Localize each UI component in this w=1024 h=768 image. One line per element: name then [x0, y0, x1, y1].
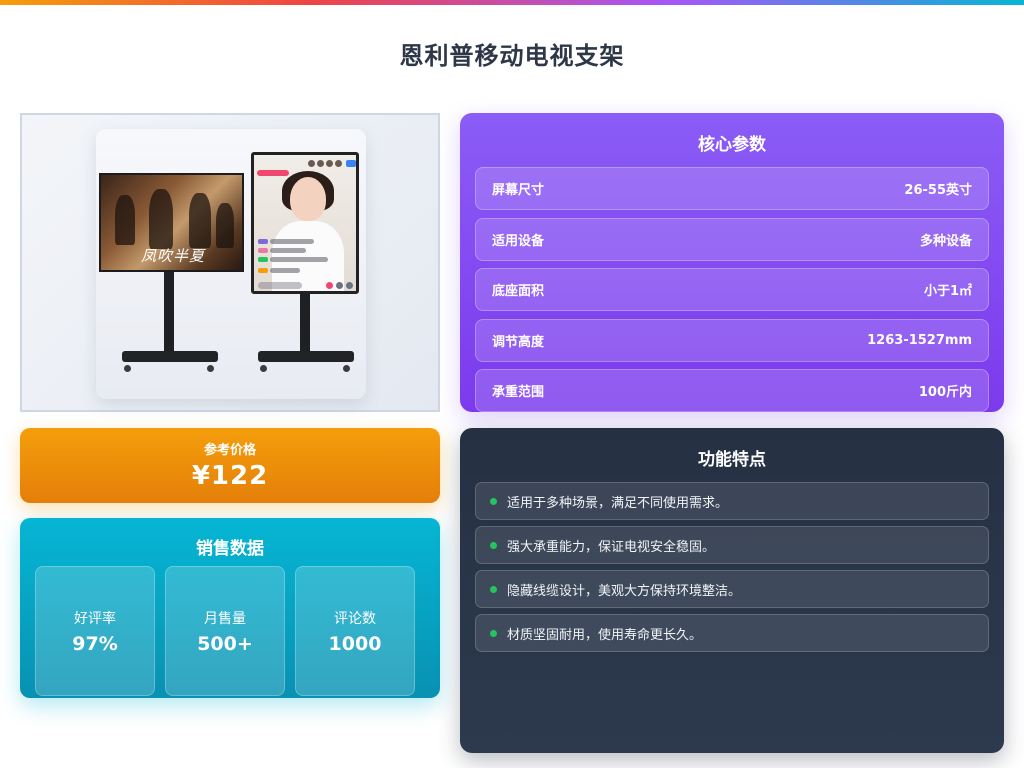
param-label: 调节高度	[492, 335, 545, 350]
stat-reviews: 评论数 1000	[295, 566, 415, 696]
live-header	[256, 157, 356, 167]
portrait-face	[290, 177, 326, 221]
wheel-icon	[343, 365, 350, 372]
param-value: 100斤内	[918, 385, 972, 400]
bullet-icon	[490, 541, 497, 549]
tv-screen-right	[251, 152, 359, 294]
more-icon	[346, 282, 353, 289]
price-card: 参考价格 ¥122	[20, 428, 440, 503]
stat-monthly-sales: 月售量 500+	[165, 566, 285, 696]
stand-base-right	[258, 351, 354, 362]
share-icon	[336, 282, 343, 289]
feature-text: 隐藏线缆设计，美观大方保持环境整洁。	[507, 583, 742, 599]
params-title: 核心参数	[698, 135, 766, 155]
param-row-base-area: 底座面积 小于1㎡	[475, 268, 989, 311]
price-value: ¥122	[191, 461, 269, 491]
param-value: 1263-1527mm	[867, 333, 972, 348]
feature-text: 材质坚固耐用，使用寿命更长久。	[507, 627, 703, 643]
param-value: 多种设备	[919, 234, 972, 249]
top-accent-bar	[0, 0, 1024, 5]
comment-input	[258, 282, 302, 289]
core-params-panel: 核心参数 屏幕尺寸 26-55英寸 适用设备 多种设备 底座面积 小于1㎡ 调节…	[460, 113, 1004, 412]
param-row-devices: 适用设备 多种设备	[475, 218, 989, 261]
stat-rating: 好评率 97%	[35, 566, 155, 696]
param-label: 屏幕尺寸	[492, 183, 545, 198]
param-row-load: 承重范围 100斤内	[475, 369, 989, 412]
bullet-icon	[490, 629, 497, 637]
stat-value: 97%	[72, 633, 118, 655]
feature-item: 隐藏线缆设计，美观大方保持环境整洁。	[475, 570, 989, 608]
bullet-icon	[490, 497, 497, 505]
param-label: 适用设备	[492, 234, 545, 249]
price-label: 参考价格	[203, 443, 256, 458]
tv-screen-left: 凤吹半夏	[99, 173, 244, 272]
stat-value: 500+	[197, 633, 253, 655]
stand-pole-left	[164, 272, 174, 352]
wheel-icon	[124, 365, 131, 372]
param-value: 小于1㎡	[923, 284, 972, 299]
param-value: 26-55英寸	[904, 183, 972, 198]
feature-item: 适用于多种场景，满足不同使用需求。	[475, 482, 989, 520]
stat-label: 评论数	[334, 611, 376, 627]
feature-item: 强大承重能力，保证电视安全稳固。	[475, 526, 989, 564]
bullet-icon	[490, 585, 497, 593]
wheel-icon	[260, 365, 267, 372]
sales-panel: 销售数据 好评率 97% 月售量 500+ 评论数 1000	[20, 518, 440, 698]
features-title: 功能特点	[698, 450, 766, 470]
feature-text: 适用于多种场景，满足不同使用需求。	[507, 495, 729, 511]
param-label: 底座面积	[492, 284, 545, 299]
product-image-panel: 凤吹半夏	[20, 113, 440, 412]
feature-item: 材质坚固耐用，使用寿命更长久。	[475, 614, 989, 652]
page-title: 恩利普移动电视支架	[399, 42, 625, 70]
stat-label: 月售量	[204, 611, 246, 627]
param-row-screen-size: 屏幕尺寸 26-55英寸	[475, 167, 989, 210]
stat-value: 1000	[328, 633, 382, 655]
feature-text: 强大承重能力，保证电视安全稳固。	[507, 539, 716, 555]
sales-title: 销售数据	[196, 539, 264, 559]
param-row-height: 调节高度 1263-1527mm	[475, 319, 989, 362]
stand-pole-right	[300, 294, 310, 352]
param-label: 承重范围	[492, 385, 545, 400]
live-badge	[257, 170, 289, 176]
stat-label: 好评率	[74, 611, 116, 627]
wheel-icon	[207, 365, 214, 372]
screen-caption: 凤吹半夏	[141, 247, 206, 265]
stand-base-left	[122, 351, 218, 362]
gift-icon	[326, 282, 333, 289]
features-panel: 功能特点 适用于多种场景，满足不同使用需求。 强大承重能力，保证电视安全稳固。 …	[460, 428, 1004, 753]
product-image: 凤吹半夏	[96, 129, 366, 399]
